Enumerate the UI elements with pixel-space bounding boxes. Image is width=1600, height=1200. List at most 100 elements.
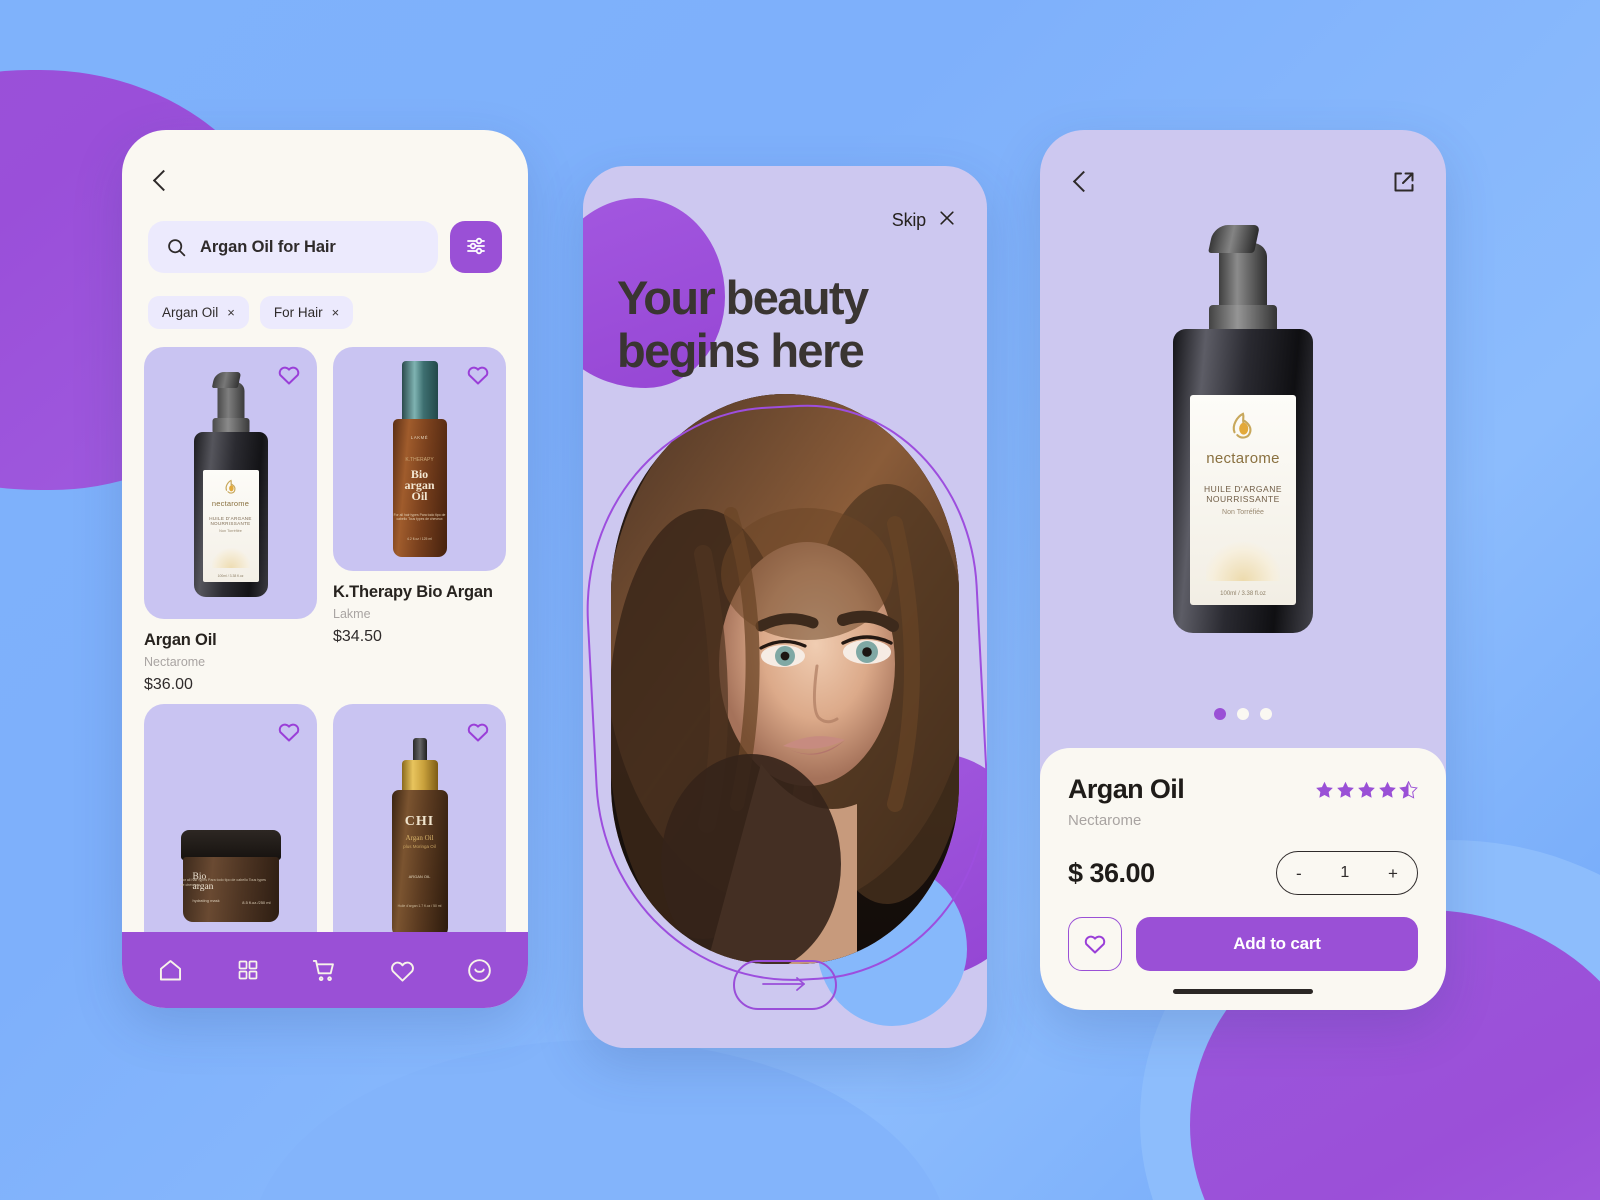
heart-icon[interactable] (277, 363, 301, 385)
carousel-dot-1[interactable] (1214, 708, 1226, 720)
carousel-dot-3[interactable] (1260, 708, 1272, 720)
product-card[interactable]: nectarome HUILE D'ARGANE NOURRISSANTE No… (144, 347, 317, 694)
product-card[interactable]: LAKMÉ K.THERAPY Bio argan Oil For all ha… (333, 347, 506, 694)
nectarome-drop-logo-icon (222, 478, 240, 498)
label-sub: hydrating mask (192, 898, 220, 903)
filter-chip-for-hair[interactable]: For Hair × (259, 296, 354, 329)
product-hero-image: nectarome HUILE D'ARGANE NOURRISSANTE No… (1040, 194, 1446, 708)
label-line1: Argan Oil (405, 834, 434, 842)
jar-render: Bio argan hydrating mask For all hair ty… (180, 830, 281, 922)
price-quantity-row: $ 36.00 - 1 + (1068, 851, 1418, 895)
quantity-value: 1 (1340, 864, 1350, 881)
bottle-render: CHI Argan Oil plus Moringa Oil ARGAN OIL… (391, 738, 448, 932)
filter-chip-argan-oil[interactable]: Argan Oil × (148, 296, 249, 329)
label-sub: K.THERAPY (405, 457, 434, 463)
home-icon[interactable] (156, 955, 186, 985)
nectarome-drop-logo-icon (1226, 409, 1260, 447)
skip-label: Skip (891, 210, 926, 230)
product-brand: Nectarome (144, 655, 206, 669)
grid-icon[interactable] (233, 955, 263, 985)
rating-stars (1315, 780, 1418, 799)
product-title: Argan Oil (1068, 774, 1185, 804)
label-volume: 4.2 fl.oz / 125 ml (407, 537, 432, 541)
home-indicator (1173, 989, 1313, 994)
product-brand: Lakme (333, 607, 371, 621)
close-icon[interactable]: × (332, 306, 340, 319)
detail-header (1040, 130, 1446, 194)
search-input[interactable]: Argan Oil for Hair (148, 221, 438, 273)
label-line2: plus Moringa Oil (403, 844, 436, 849)
product-title-row: Argan Oil (1068, 774, 1418, 805)
increment-button[interactable]: + (1388, 865, 1398, 882)
arrow-right-icon (760, 976, 810, 995)
search-bar-row: Argan Oil for Hair (122, 197, 528, 273)
bottom-tab-bar (122, 932, 528, 1008)
favorite-button[interactable] (1068, 917, 1122, 971)
phone-search-results: Argan Oil for Hair Argan Oil × For Hair … (122, 130, 528, 1008)
label-brand: nectarome (1206, 450, 1280, 467)
product-brand: Nectarome (1068, 812, 1142, 829)
product-info-sheet: Argan Oil Nectarome $ 36.00 - 1 + Add to… (1040, 748, 1446, 1010)
decrement-button[interactable]: - (1296, 865, 1302, 882)
cart-icon[interactable] (310, 955, 340, 985)
label-line3: Non Torréfiée (219, 529, 242, 533)
active-filter-chips: Argan Oil × For Hair × (122, 273, 528, 329)
heart-icon[interactable] (387, 955, 417, 985)
search-screen-body: Argan Oil for Hair Argan Oil × For Hair … (122, 130, 528, 932)
product-price: $34.50 (333, 628, 382, 645)
onboarding-headline: Your beauty begins here (617, 271, 869, 377)
screenshot-canvas: Argan Oil for Hair Argan Oil × For Hair … (0, 0, 1600, 1200)
detail-actions: Add to cart (1068, 917, 1418, 971)
product-name: K.Therapy Bio Argan (333, 583, 493, 601)
search-input-value: Argan Oil for Hair (200, 237, 336, 256)
label-line2: NOURRISSANTE (1206, 494, 1280, 504)
heart-icon[interactable] (466, 720, 490, 742)
bottle-render: nectarome HUILE D'ARGANE NOURRISSANTE No… (193, 382, 268, 597)
product-price: $ 36.00 (1068, 857, 1155, 888)
product-name: Argan Oil (144, 631, 217, 649)
chip-label: For Hair (273, 305, 323, 320)
product-card[interactable]: Bio argan hydrating mask For all hair ty… (144, 704, 317, 932)
carousel-dot-2[interactable] (1237, 708, 1249, 720)
headline-line-1: Your beauty (617, 271, 869, 324)
label-ornament (211, 546, 250, 568)
add-to-cart-button[interactable]: Add to cart (1136, 917, 1418, 971)
product-price: $36.00 (144, 676, 193, 693)
label-line3: Non Torréfiée (1222, 509, 1264, 516)
label-brand: LAKMÉ (410, 435, 429, 440)
close-icon[interactable] (937, 208, 957, 233)
quantity-stepper[interactable]: - 1 + (1276, 851, 1418, 895)
product-grid: nectarome HUILE D'ARGANE NOURRISSANTE No… (122, 329, 528, 932)
label-big: Bio argan Oil (404, 467, 435, 503)
label-side: For all hair types Para todo tipo de cab… (180, 878, 266, 887)
phone-product-detail: nectarome HUILE D'ARGANE NOURRISSANTE No… (1040, 130, 1446, 1010)
chevron-left-icon[interactable] (1070, 171, 1092, 193)
skip-button[interactable]: Skip (892, 208, 957, 233)
heart-icon[interactable] (277, 720, 301, 742)
smiley-icon[interactable] (464, 955, 494, 985)
label-volume: Huile d'argan 1.7 fl.oz / 50 ml (397, 904, 442, 908)
label-volume: 100ml / 3.38 fl.oz (217, 574, 244, 578)
label-line3: ARGAN OIL (408, 874, 431, 879)
filter-button[interactable] (450, 221, 502, 273)
next-button[interactable] (733, 960, 837, 1010)
heart-icon[interactable] (466, 363, 490, 385)
label-line2: NOURRISSANTE (210, 521, 251, 526)
product-card[interactable]: CHI Argan Oil plus Moringa Oil ARGAN OIL… (333, 704, 506, 932)
product-image-lakme: LAKMÉ K.THERAPY Bio argan Oil For all ha… (333, 347, 506, 571)
chevron-left-icon[interactable] (150, 170, 172, 192)
search-header (122, 130, 528, 197)
label-brand: nectarome (211, 499, 250, 508)
label-ornament (1206, 539, 1280, 581)
sliders-icon (464, 234, 488, 261)
product-image-bio-argan-mask: Bio argan hydrating mask For all hair ty… (144, 704, 317, 932)
heart-icon (1083, 932, 1107, 957)
label-logo: CHI (404, 814, 435, 829)
product-image-chi: CHI Argan Oil plus Moringa Oil ARGAN OIL… (333, 704, 506, 932)
share-external-icon[interactable] (1392, 170, 1416, 194)
search-icon (166, 237, 187, 258)
onboarding-portrait-image (611, 394, 959, 964)
headline-line-2: begins here (617, 324, 865, 377)
close-icon[interactable]: × (227, 306, 235, 319)
label-small: For all hair types Para todo tipo de cab… (393, 513, 446, 522)
